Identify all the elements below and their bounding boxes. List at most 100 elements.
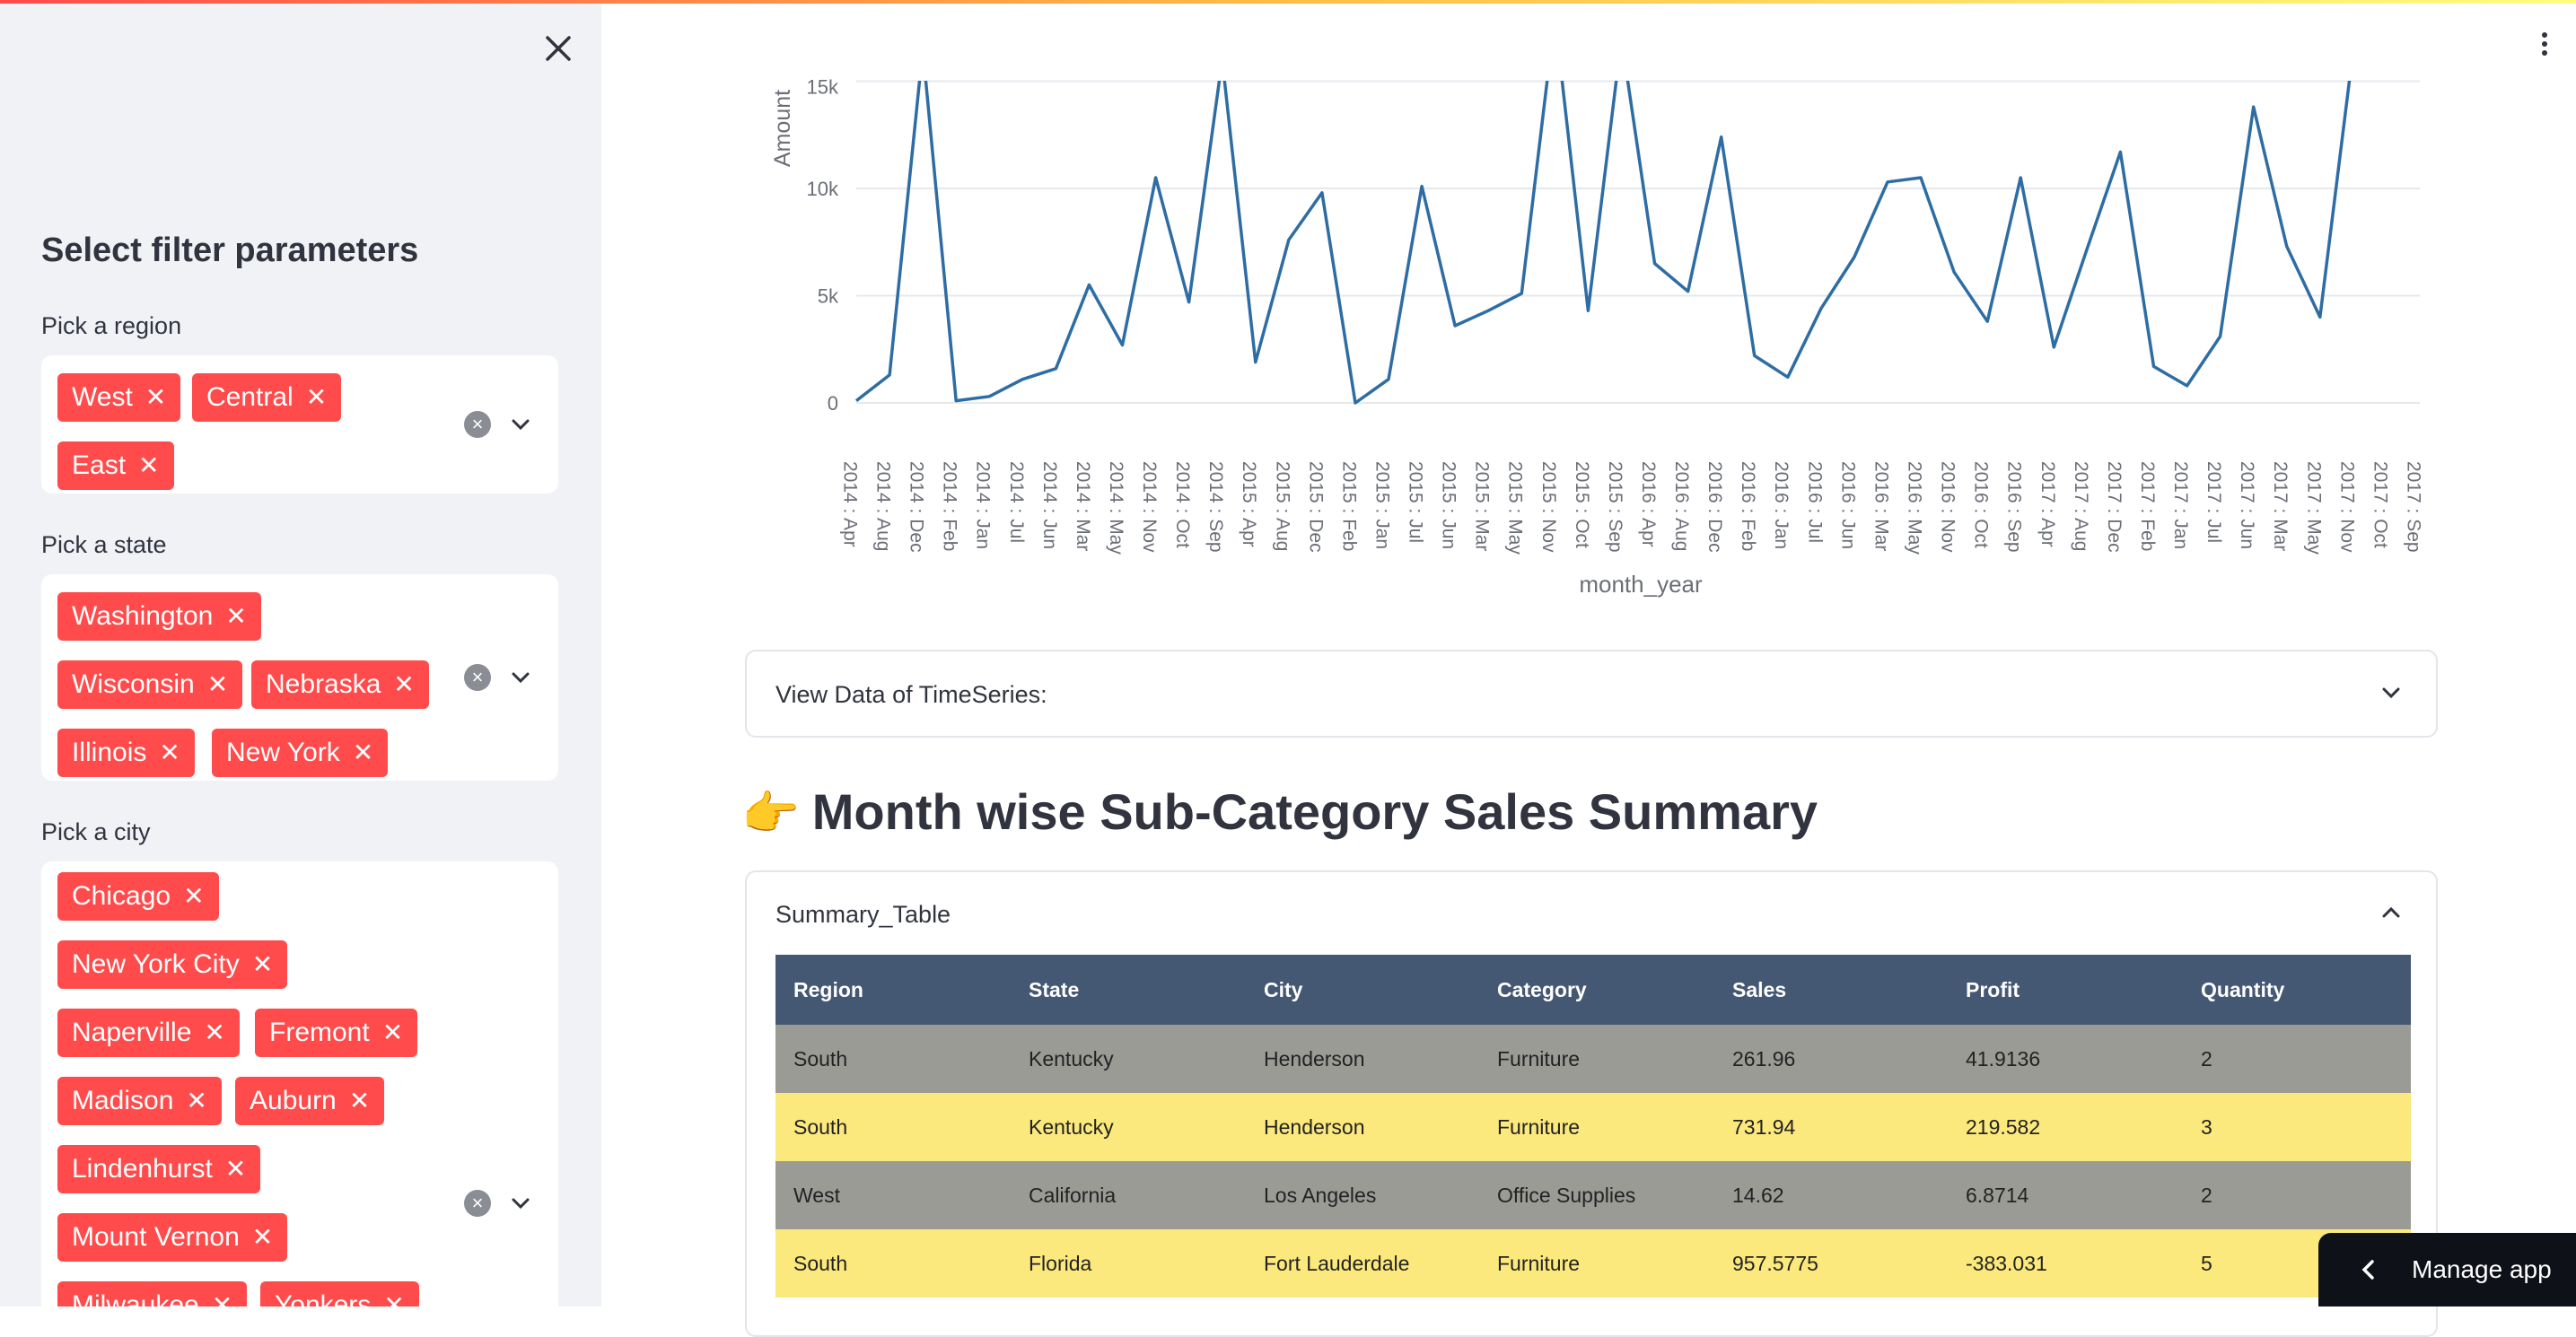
remove-chip-icon[interactable]: ✕ [393, 670, 414, 698]
remove-chip-icon[interactable]: ✕ [145, 383, 166, 411]
x-tick-label: 2016 : Jan [1771, 461, 1792, 549]
city-chip[interactable]: Chicago ✕ [57, 872, 219, 921]
main-menu-icon[interactable] [2531, 29, 2558, 65]
x-tick-label: 2014 : Jul [1006, 461, 1027, 543]
state-multiselect[interactable]: Washington ✕ Wisconsin ✕ Nebraska ✕ Illinoi… [41, 574, 558, 781]
remove-chip-icon[interactable]: ✕ [252, 1223, 273, 1251]
column-header[interactable]: Sales [1714, 955, 1948, 1025]
column-header[interactable]: Quantity [2183, 955, 2411, 1025]
table-cell: Furniture [1479, 1093, 1714, 1161]
city-chip[interactable]: Mount Vernon ✕ [57, 1213, 288, 1262]
sidebar-title: Select filter parameters [41, 232, 419, 269]
manage-app-button[interactable]: Manage app [2318, 1233, 2576, 1306]
remove-chip-icon[interactable]: ✕ [183, 882, 204, 910]
table-cell: 2 [2183, 1025, 2411, 1093]
chevron-down-icon[interactable] [2379, 680, 2404, 705]
x-tick-label: 2016 : Jun [1837, 461, 1858, 549]
city-label: Pick a city [41, 818, 151, 845]
remove-chip-icon[interactable]: ✕ [306, 383, 327, 411]
x-tick-label: 2015 : Mar [1472, 461, 1493, 551]
table-cell: Henderson [1246, 1025, 1479, 1093]
table-cell: 957.5775 [1714, 1229, 1948, 1298]
column-header[interactable]: State [1011, 955, 1246, 1025]
city-chip[interactable]: New York City ✕ [57, 940, 288, 989]
x-tick-label: 2014 : Feb [940, 461, 960, 551]
sidebar: Select filter parameters Pick a region W… [0, 0, 601, 1306]
clear-all-icon[interactable]: × [464, 411, 491, 438]
remove-chip-icon[interactable]: ✕ [225, 1155, 246, 1183]
table-cell: Kentucky [1011, 1025, 1246, 1093]
pointing-hand-icon: 👉 [741, 788, 800, 840]
chevron-up-icon[interactable] [2379, 900, 2404, 925]
remove-chip-icon[interactable]: ✕ [225, 602, 246, 630]
x-tick-label: 2014 : Sep [1205, 461, 1226, 553]
x-tick-label: 2014 : May [1106, 461, 1126, 555]
region-chip[interactable]: West ✕ [57, 373, 181, 422]
remove-chip-icon[interactable]: ✕ [207, 670, 228, 698]
x-tick-label: 2015 : Aug [1272, 461, 1292, 551]
remove-chip-icon[interactable]: ✕ [204, 1018, 224, 1046]
state-chip[interactable]: Wisconsin ✕ [57, 660, 243, 709]
remove-chip-icon[interactable]: ✕ [349, 1087, 370, 1114]
remove-chip-icon[interactable]: ✕ [186, 1087, 206, 1114]
x-tick-label: 2014 : Oct [1172, 461, 1193, 548]
x-tick-label: 2017 : May [2303, 461, 2324, 555]
remove-chip-icon[interactable]: ✕ [383, 1291, 404, 1306]
table-row: South Kentucky Henderson Furniture 731.9… [775, 1093, 2411, 1161]
x-tick-label: 2016 : Mar [1871, 461, 1891, 551]
region-label: Pick a region [41, 312, 182, 339]
x-tick-label: 2015 : Sep [1605, 461, 1625, 553]
region-chip[interactable]: Central ✕ [192, 373, 342, 422]
table-cell: 2 [2183, 1161, 2411, 1229]
x-tick-label: 2015 : Jan [1371, 461, 1392, 549]
remove-chip-icon[interactable]: ✕ [138, 451, 159, 479]
region-multiselect[interactable]: West ✕ Central ✕ East ✕ × [41, 355, 558, 494]
remove-chip-icon[interactable]: ✕ [159, 738, 180, 766]
remove-chip-icon[interactable]: ✕ [252, 950, 273, 978]
close-sidebar-icon[interactable] [537, 27, 580, 70]
region-chip[interactable]: East ✕ [57, 441, 174, 490]
x-tick-label: 2014 : Jan [973, 461, 994, 549]
city-chip[interactable]: Milwaukee ✕ [57, 1281, 248, 1306]
y-tick-label: 10k [807, 178, 839, 200]
state-chip[interactable]: Nebraska ✕ [251, 660, 429, 709]
table-cell: 14.62 [1714, 1161, 1948, 1229]
expander-label: View Data of TimeSeries: [775, 681, 1047, 708]
table-cell: 6.8714 [1948, 1161, 2183, 1229]
table-cell: 3 [2183, 1093, 2411, 1161]
remove-chip-icon[interactable]: ✕ [382, 1018, 403, 1046]
state-chip[interactable]: Washington ✕ [57, 592, 261, 641]
table-row: South Kentucky Henderson Furniture 261.9… [775, 1025, 2411, 1093]
city-multiselect[interactable]: Chicago ✕ New York City ✕ Naperville ✕ Frem… [41, 861, 558, 1306]
column-header[interactable]: Region [775, 955, 1011, 1025]
table-cell: Fort Lauderdale [1246, 1229, 1479, 1298]
chevron-down-icon[interactable] [508, 665, 533, 690]
column-header[interactable]: Profit [1948, 955, 2183, 1025]
chevron-down-icon[interactable] [508, 1191, 533, 1216]
city-chip[interactable]: Fremont ✕ [255, 1009, 418, 1057]
state-chip[interactable]: New York ✕ [212, 729, 389, 777]
city-chip[interactable]: Lindenhurst ✕ [57, 1145, 261, 1193]
clear-all-icon[interactable]: × [464, 664, 491, 691]
table-cell: Florida [1011, 1229, 1246, 1298]
city-chip[interactable]: Madison ✕ [57, 1077, 222, 1125]
x-tick-label: 2016 : Dec [1704, 461, 1725, 553]
x-tick-label: 2014 : Aug [873, 461, 894, 551]
timeseries-data-expander[interactable]: View Data of TimeSeries: [745, 650, 2438, 738]
table-cell: California [1011, 1161, 1246, 1229]
city-chip[interactable]: Naperville ✕ [57, 1009, 240, 1057]
city-chip[interactable]: Auburn ✕ [235, 1077, 385, 1125]
table-cell: Los Angeles [1246, 1161, 1479, 1229]
remove-chip-icon[interactable]: ✕ [212, 1291, 232, 1306]
y-axis-label: Amount [770, 90, 795, 167]
state-chip[interactable]: Illinois ✕ [57, 729, 195, 777]
remove-chip-icon[interactable]: ✕ [353, 738, 373, 766]
city-chip[interactable]: Yonkers ✕ [260, 1281, 419, 1306]
table-cell: Furniture [1479, 1229, 1714, 1298]
x-tick-label: 2017 : Feb [2137, 461, 2158, 551]
column-header[interactable]: Category [1479, 955, 1714, 1025]
x-tick-label: 2016 : Jul [1804, 461, 1825, 543]
chevron-down-icon[interactable] [508, 412, 533, 437]
clear-all-icon[interactable]: × [464, 1190, 491, 1217]
column-header[interactable]: City [1246, 955, 1479, 1025]
